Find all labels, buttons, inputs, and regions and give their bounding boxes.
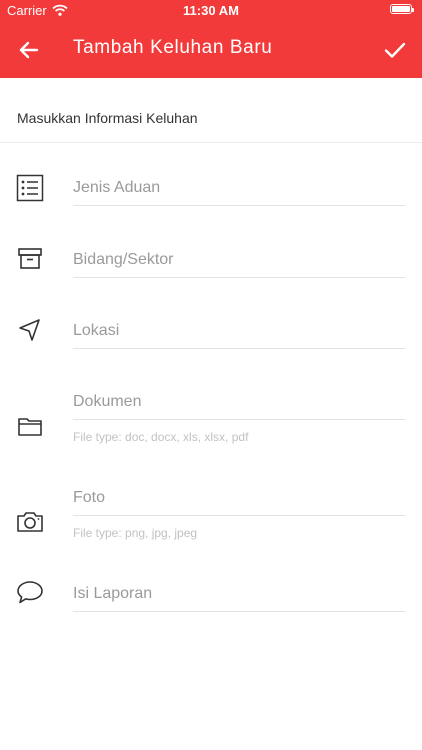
status-time: 11:30 AM [183, 3, 239, 18]
foto-field[interactable]: Foto [73, 489, 105, 507]
dokumen-underline [73, 419, 405, 420]
speech-bubble-icon [17, 581, 43, 604]
list-icon [16, 174, 44, 202]
battery-icon [390, 4, 414, 14]
status-bar: Carrier 11:30 AM [0, 0, 422, 21]
isi-laporan-field[interactable]: Isi Laporan [73, 585, 152, 603]
check-icon[interactable] [380, 35, 410, 65]
jenis-aduan-field[interactable]: Jenis Aduan [73, 179, 160, 197]
app-bar: Tambah Keluhan Baru [0, 21, 422, 78]
arrow-left-icon[interactable] [14, 35, 44, 65]
navigation-icon [19, 319, 40, 341]
page-title: Tambah Keluhan Baru [73, 37, 273, 58]
divider [0, 142, 422, 143]
isi-laporan-underline [73, 611, 405, 612]
bidang-sektor-underline [73, 277, 405, 278]
foto-underline [73, 515, 405, 516]
folder-icon [18, 418, 42, 436]
camera-icon [17, 512, 43, 532]
foto-hint: File type: png, jpg, jpeg [73, 526, 198, 540]
archive-icon [18, 248, 42, 269]
dokumen-field[interactable]: Dokumen [73, 393, 141, 411]
dokumen-hint: File type: doc, docx, xls, xlsx, pdf [73, 430, 249, 444]
jenis-aduan-underline [73, 205, 405, 206]
section-title: Masukkan Informasi Keluhan [17, 110, 198, 126]
lokasi-field[interactable]: Lokasi [73, 322, 119, 340]
bidang-sektor-field[interactable]: Bidang/Sektor [73, 251, 174, 269]
lokasi-underline [73, 348, 405, 349]
